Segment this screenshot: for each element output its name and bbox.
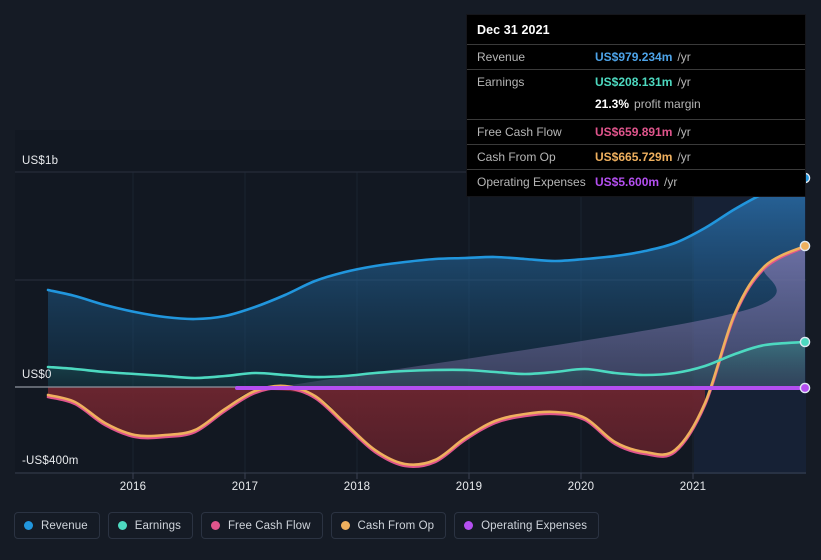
legend-dot-earnings-icon bbox=[117, 521, 127, 530]
x-axis-label-2018: 2018 bbox=[343, 481, 371, 493]
legend-label-revenue: Revenue bbox=[41, 519, 88, 532]
x-axis-label-2016: 2016 bbox=[119, 481, 147, 493]
tooltip-row-cash-from-op: Cash From Op US$665.729m /yr bbox=[467, 144, 805, 169]
tooltip-row-earnings: Earnings US$208.131m /yr bbox=[467, 69, 805, 94]
tooltip-value-cash-from-op: US$665.729m bbox=[595, 149, 673, 164]
tooltip-row-free-cash-flow: Free Cash Flow US$659.891m /yr bbox=[467, 119, 805, 144]
legend-item-free-cash-flow[interactable]: Free Cash Flow bbox=[200, 512, 323, 539]
legend-label-operating-expenses: Operating Expenses bbox=[481, 519, 588, 532]
tooltip-label-operating-expenses: Operating Expenses bbox=[477, 174, 586, 189]
tooltip-unit-operating-expenses: /yr bbox=[664, 174, 678, 189]
legend-item-earnings[interactable]: Earnings bbox=[107, 512, 193, 539]
x-axis-label-2017: 2017 bbox=[231, 481, 259, 493]
legend-dot-operating-expenses-icon bbox=[464, 521, 474, 530]
tooltip-row-revenue: Revenue US$979.234m /yr bbox=[467, 44, 805, 69]
chart-legend: Revenue Earnings Free Cash Flow Cash Fro… bbox=[14, 512, 600, 539]
x-axis-label-2019: 2019 bbox=[455, 481, 483, 493]
tooltip-value-revenue: US$979.234m bbox=[595, 49, 673, 64]
y-axis-label-zero: US$0 bbox=[22, 369, 52, 381]
tooltip-value-operating-expenses: US$5.600m bbox=[595, 174, 660, 189]
y-axis-label-bottom: -US$400m bbox=[22, 455, 79, 467]
legend-label-free-cash-flow: Free Cash Flow bbox=[227, 519, 311, 532]
chart-tooltip: Dec 31 2021 Revenue US$979.234m /yr Earn… bbox=[466, 14, 806, 197]
financial-performance-chart: US$1b US$0 -US$400m 2016 2017 2018 2019 … bbox=[0, 0, 821, 560]
legend-dot-free-cash-flow-icon bbox=[210, 521, 220, 530]
tooltip-unit-cash-from-op: /yr bbox=[677, 149, 691, 164]
tooltip-label-earnings: Earnings bbox=[477, 74, 525, 89]
tooltip-unit-revenue: /yr bbox=[677, 49, 691, 64]
y-axis-label-top: US$1b bbox=[22, 155, 59, 167]
legend-dot-revenue-icon bbox=[24, 521, 33, 530]
tooltip-value-free-cash-flow: US$659.891m bbox=[595, 124, 673, 139]
tooltip-label-revenue: Revenue bbox=[477, 49, 526, 64]
legend-item-cash-from-op[interactable]: Cash From Op bbox=[330, 512, 447, 539]
tooltip-label-free-cash-flow: Free Cash Flow bbox=[477, 124, 562, 139]
tooltip-unit-free-cash-flow: /yr bbox=[677, 124, 691, 139]
tooltip-value-profit-margin: 21.3% bbox=[595, 96, 630, 111]
tooltip-label-cash-from-op: Cash From Op bbox=[477, 149, 556, 164]
tooltip-unit-profit-margin: profit margin bbox=[634, 96, 701, 111]
tooltip-value-earnings: US$208.131m bbox=[595, 74, 673, 89]
legend-label-earnings: Earnings bbox=[134, 519, 181, 532]
x-axis-label-2021: 2021 bbox=[679, 481, 707, 493]
legend-item-operating-expenses[interactable]: Operating Expenses bbox=[454, 512, 600, 539]
legend-label-cash-from-op: Cash From Op bbox=[357, 519, 435, 532]
tooltip-row-operating-expenses: Operating Expenses US$5.600m /yr bbox=[467, 169, 805, 194]
tooltip-row-profit-margin: 21.3% profit margin bbox=[467, 94, 805, 119]
tooltip-unit-earnings: /yr bbox=[677, 74, 691, 89]
tooltip-date: Dec 31 2021 bbox=[477, 23, 550, 37]
legend-dot-cash-from-op-icon bbox=[340, 521, 350, 530]
x-axis-label-2020: 2020 bbox=[567, 481, 595, 493]
legend-item-revenue[interactable]: Revenue bbox=[14, 512, 100, 539]
